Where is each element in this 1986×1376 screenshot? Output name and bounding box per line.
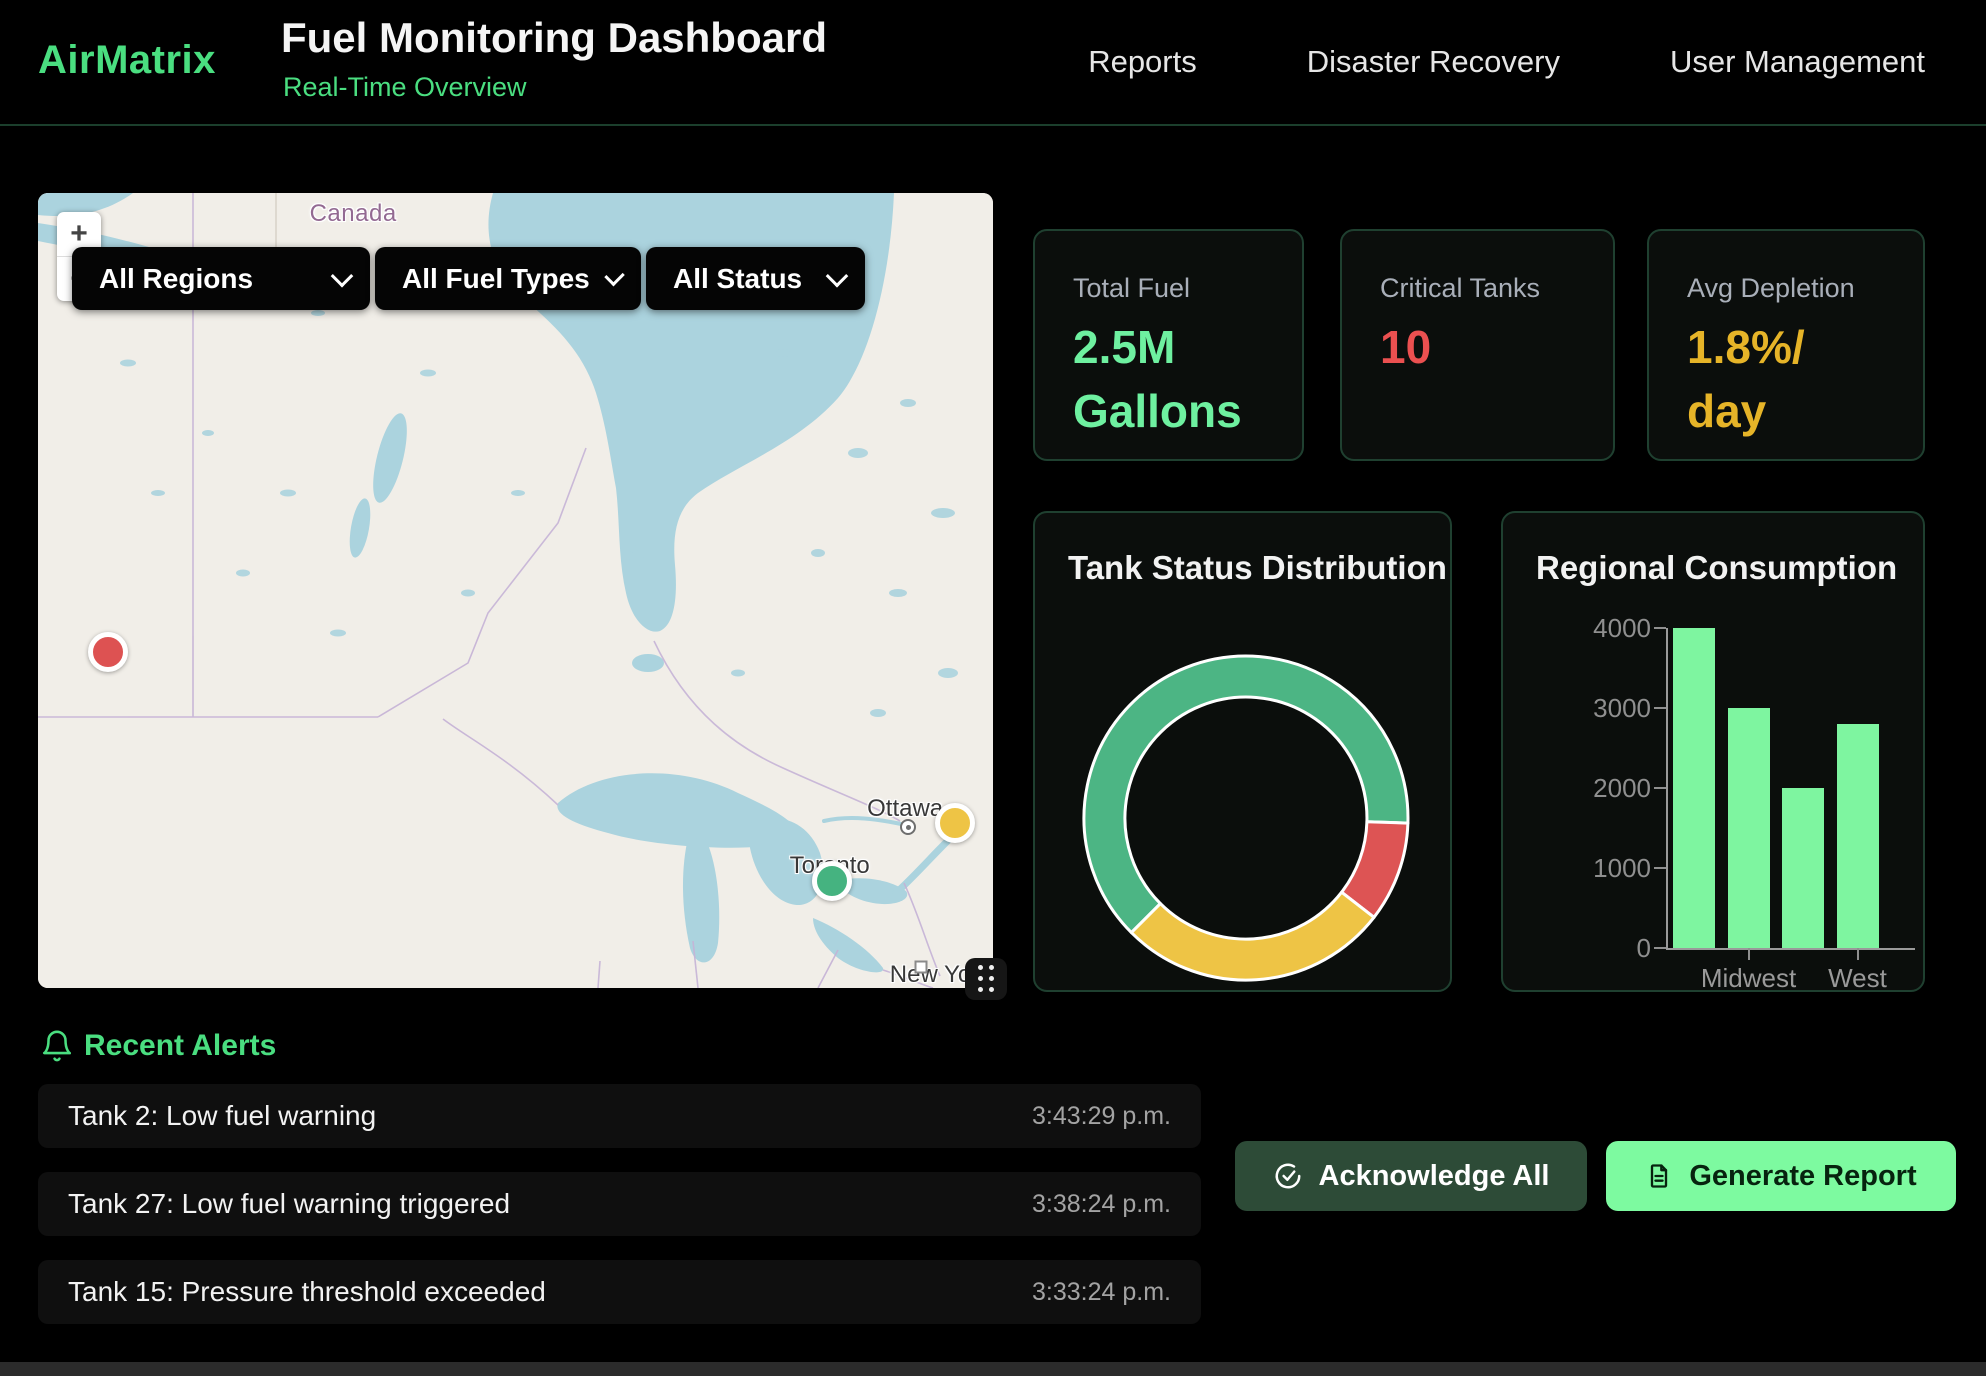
stat-card-total-fuel: Total Fuel 2.5MGallons [1033,229,1304,461]
tank-marker[interactable] [935,803,975,843]
alert-row[interactable]: Tank 15: Pressure threshold exceeded 3:3… [38,1260,1201,1324]
map-panel[interactable]: Canada OttawaTorontoNew York + − All Reg… [38,193,993,988]
y-axis-tick-label: 0 [1551,933,1651,964]
stat-label: Total Fuel [1073,273,1190,304]
y-axis-tick [1654,867,1666,869]
stat-label: Critical Tanks [1380,273,1540,304]
map-drag-handle-icon[interactable] [965,958,1007,1000]
acknowledge-all-button[interactable]: Acknowledge All [1235,1141,1587,1211]
main-nav: Reports Disaster Recovery User Managemen… [1088,0,1925,124]
square-icon [915,961,928,974]
tank-marker[interactable] [812,861,852,901]
bell-icon [40,1028,74,1064]
regional-consumption-chart-card: Regional Consumption 01000200030004000Mi… [1501,511,1925,992]
alert-message: Tank 2: Low fuel warning [68,1100,376,1132]
alert-message: Tank 15: Pressure threshold exceeded [68,1276,546,1308]
town-dot-icon [900,819,916,835]
stat-value: 2.5MGallons [1073,315,1242,444]
tank-status-chart-card: Tank Status Distribution [1033,511,1452,992]
app-logo: AirMatrix [38,38,216,83]
y-axis-tick-label: 1000 [1551,853,1651,884]
map-country-label: Canada [310,200,397,228]
chevron-down-icon [826,264,849,287]
bar [1837,724,1879,948]
alert-message: Tank 27: Low fuel warning triggered [68,1188,510,1220]
regional-consumption-bar-chart: 01000200030004000MidwestWest [1503,513,1927,994]
fuel-type-filter-value: All Fuel Types [402,263,590,295]
page-subtitle: Real-Time Overview [283,72,527,103]
x-axis-line [1666,948,1915,950]
region-filter-dropdown[interactable]: All Regions [72,247,370,310]
y-axis-tick [1654,787,1666,789]
bar [1728,708,1770,948]
alert-timestamp: 3:43:29 p.m. [1032,1102,1171,1131]
check-circle-icon [1273,1161,1303,1191]
page-title: Fuel Monitoring Dashboard [281,14,827,62]
stat-value: 1.8%/day [1687,315,1805,444]
dashboard-root: AirMatrix Fuel Monitoring Dashboard Real… [0,0,1986,1376]
alerts-heading: Recent Alerts [84,1029,276,1063]
region-filter-value: All Regions [99,263,253,295]
y-axis-tick [1654,707,1666,709]
fuel-type-filter-dropdown[interactable]: All Fuel Types [375,247,641,310]
x-axis-tick-label: West [1788,963,1928,994]
stat-card-critical-tanks: Critical Tanks 10 [1340,229,1615,461]
doughnut-segment-yellow [1131,892,1374,980]
y-axis-tick [1654,627,1666,629]
tank-status-doughnut-chart [1035,513,1454,994]
nav-reports[interactable]: Reports [1088,44,1197,80]
x-axis-tick [1748,948,1750,960]
stat-label: Avg Depletion [1687,273,1855,304]
tank-marker[interactable] [88,632,128,672]
y-axis-tick-label: 3000 [1551,693,1651,724]
bar [1673,628,1715,948]
status-filter-value: All Status [673,263,802,295]
nav-user-management[interactable]: User Management [1670,44,1925,80]
alert-row[interactable]: Tank 2: Low fuel warning 3:43:29 p.m. [38,1084,1201,1148]
chevron-down-icon [604,265,625,286]
y-axis-tick-label: 4000 [1551,613,1651,644]
stat-card-avg-depletion: Avg Depletion 1.8%/day [1647,229,1925,461]
alert-row[interactable]: Tank 27: Low fuel warning triggered 3:38… [38,1172,1201,1236]
header: AirMatrix Fuel Monitoring Dashboard Real… [0,0,1986,126]
generate-report-button[interactable]: Generate Report [1606,1141,1956,1211]
stat-value: 10 [1380,315,1431,379]
window-bottom-edge [0,1362,1986,1376]
y-axis-tick-label: 2000 [1551,773,1651,804]
y-axis-tick [1654,947,1666,949]
status-filter-dropdown[interactable]: All Status [646,247,865,310]
document-icon [1645,1161,1673,1191]
alert-timestamp: 3:38:24 p.m. [1032,1190,1171,1219]
nav-disaster-recovery[interactable]: Disaster Recovery [1307,44,1560,80]
bar [1782,788,1824,948]
y-axis-line [1666,628,1668,950]
chevron-down-icon [331,264,354,287]
alert-timestamp: 3:33:24 p.m. [1032,1278,1171,1307]
x-axis-tick [1857,948,1859,960]
